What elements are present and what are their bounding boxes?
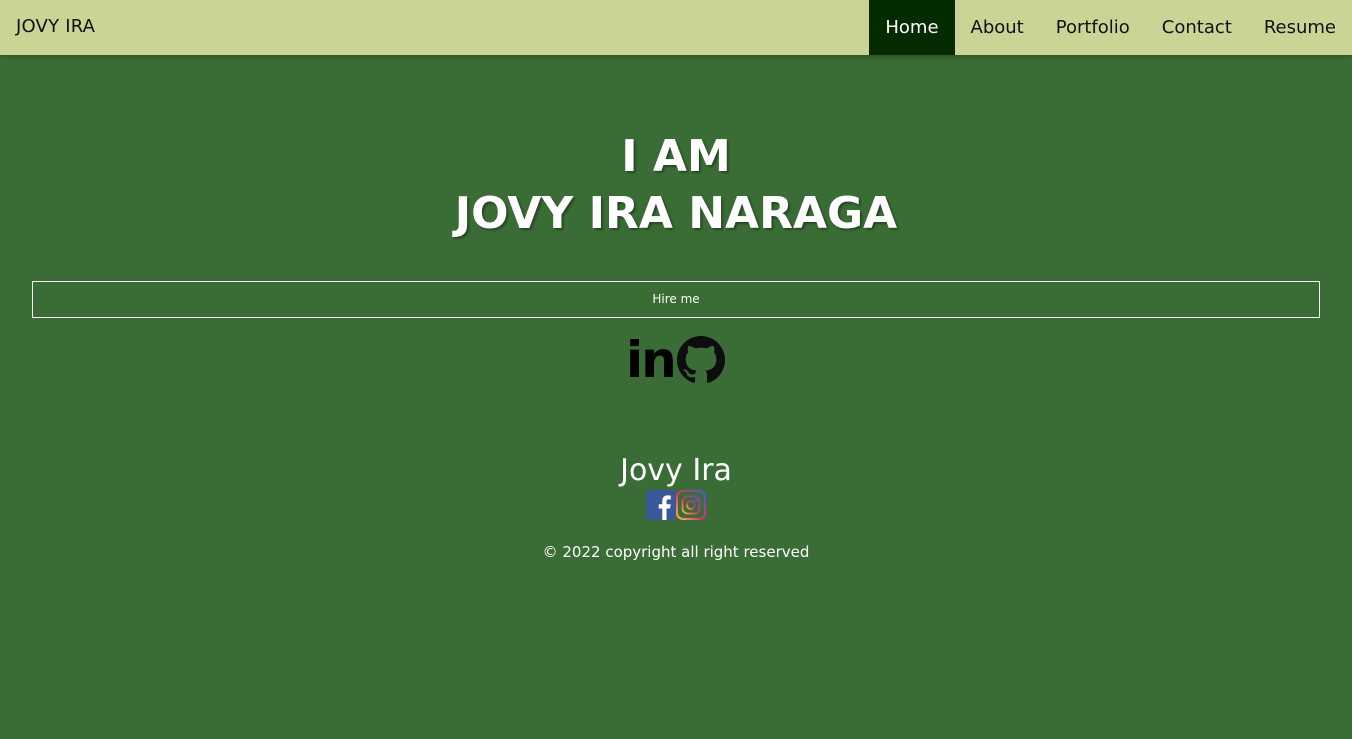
nav-link-portfolio[interactable]: Portfolio xyxy=(1040,0,1146,55)
nav-link-about[interactable]: About xyxy=(955,0,1040,55)
github-icon[interactable] xyxy=(676,336,725,384)
nav-link-resume[interactable]: Resume xyxy=(1248,0,1352,55)
hero-title-line1: I AM xyxy=(621,131,731,182)
instagram-icon[interactable] xyxy=(676,490,706,520)
footer-social-icons xyxy=(646,490,706,520)
hero-title-line2: JOVY IRA NARAGA xyxy=(454,188,898,239)
brand-logo[interactable]: JOVY IRA xyxy=(16,16,95,37)
navbar: JOVY IRA Home About Portfolio Contact Re… xyxy=(0,0,1352,55)
social-links: in xyxy=(626,334,725,386)
nav-links: Home About Portfolio Contact Resume xyxy=(869,0,1352,55)
nav-link-contact[interactable]: Contact xyxy=(1146,0,1248,55)
copyright-text: © 2022 copyright all right reserved xyxy=(542,543,810,561)
linkedin-icon[interactable]: in xyxy=(626,335,677,385)
hire-me-button[interactable]: Hire me xyxy=(32,281,1320,318)
facebook-icon[interactable] xyxy=(646,490,676,520)
nav-link-home[interactable]: Home xyxy=(869,0,955,55)
footer-name: Jovy Ira xyxy=(620,453,732,488)
